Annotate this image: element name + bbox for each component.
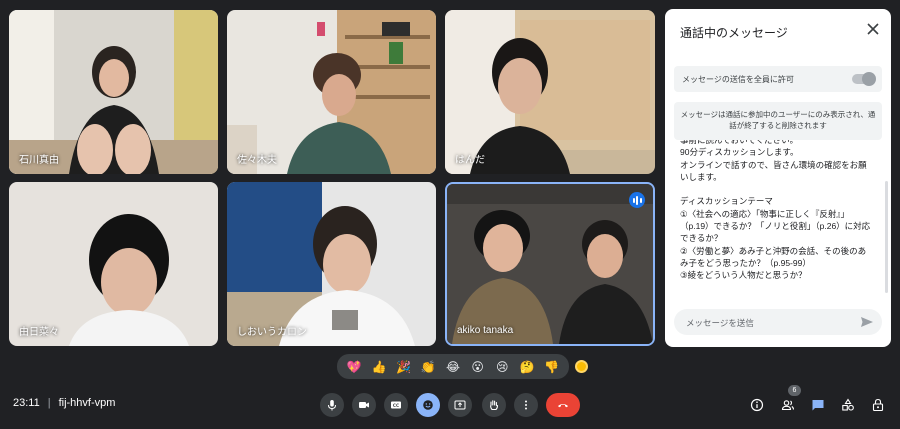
raise-hand-icon bbox=[490, 400, 499, 411]
present-screen-icon bbox=[454, 400, 466, 410]
hang-up-icon bbox=[558, 404, 568, 408]
people-button[interactable] bbox=[780, 397, 796, 413]
reaction-surprised[interactable]: 😮 bbox=[469, 360, 487, 374]
info-icon bbox=[750, 398, 764, 412]
allow-messages-toggle[interactable] bbox=[852, 72, 876, 86]
reaction-sparkling-heart[interactable]: 💖 bbox=[345, 360, 363, 374]
more-options-button[interactable] bbox=[514, 393, 538, 417]
meeting-time: 23:11 bbox=[13, 397, 40, 409]
allow-messages-setting: メッセージの送信を全員に許可 bbox=[674, 66, 882, 92]
microphone-button[interactable] bbox=[320, 393, 344, 417]
participant-video bbox=[445, 10, 655, 174]
toggle-knob bbox=[862, 72, 876, 86]
send-icon[interactable] bbox=[860, 315, 874, 329]
close-icon[interactable] bbox=[865, 21, 881, 37]
svg-text:CC: CC bbox=[393, 403, 399, 408]
camera-icon bbox=[359, 402, 369, 408]
more-vert-icon bbox=[525, 400, 527, 410]
chat-panel: 通話中のメッセージ メッセージの送信を全員に許可 メッセージは通話に参加中のユー… bbox=[665, 9, 891, 347]
participant-name: 石川真由 bbox=[19, 155, 59, 166]
chat-notice: メッセージは通話に参加中のユーザーにのみ表示され、通話が終了すると削除されます bbox=[674, 102, 882, 140]
participant-video bbox=[227, 10, 436, 174]
allow-messages-label: メッセージの送信を全員に許可 bbox=[682, 74, 794, 84]
emoji-reactions-button[interactable] bbox=[416, 393, 440, 417]
participant-name: しおいうカロン bbox=[237, 327, 307, 338]
participant-video bbox=[9, 10, 218, 174]
reaction-thumbs-up[interactable]: 👍 bbox=[370, 360, 388, 374]
message-input[interactable]: メッセージを送信 bbox=[674, 309, 882, 335]
reactions-bar: 💖 👍 🎉 👏 😂 😮 😢 🤔 👎 bbox=[337, 354, 569, 379]
chat-button[interactable] bbox=[810, 397, 826, 413]
reaction-clapping[interactable]: 👏 bbox=[419, 360, 437, 374]
host-controls-button[interactable] bbox=[870, 397, 886, 413]
present-screen-button[interactable] bbox=[448, 393, 472, 417]
participant-name: はんだ bbox=[455, 155, 485, 166]
message-list[interactable]: 事前に読んでおいてください。 90分ディスカッションします。 オンラインで話すの… bbox=[680, 140, 878, 305]
meeting-details-button[interactable] bbox=[749, 397, 765, 413]
message-input-placeholder: メッセージを送信 bbox=[686, 318, 754, 328]
participant-video bbox=[9, 182, 218, 346]
chat-scrollbar[interactable] bbox=[885, 181, 888, 293]
activities-shapes-icon bbox=[842, 398, 854, 411]
reaction-thinking[interactable]: 🤔 bbox=[518, 360, 536, 374]
participant-video bbox=[227, 182, 436, 346]
microphone-icon bbox=[328, 400, 336, 411]
chat-icon bbox=[812, 400, 824, 411]
participant-tile[interactable]: 佐々木夫 bbox=[227, 10, 436, 174]
host-controls-lock-icon bbox=[872, 398, 884, 412]
captions-button[interactable]: CC bbox=[384, 393, 408, 417]
participant-tile-active-speaker[interactable]: akiko tanaka bbox=[445, 182, 655, 346]
participant-tile[interactable]: しおいうカロン bbox=[227, 182, 436, 346]
chat-panel-title: 通話中のメッセージ bbox=[680, 26, 788, 40]
participant-tile[interactable]: 石川真由 bbox=[9, 10, 218, 174]
reaction-thumbs-down[interactable]: 👎 bbox=[543, 360, 561, 374]
meeting-code: fij-hhvf-vpm bbox=[58, 397, 116, 409]
closed-captions-icon: CC bbox=[391, 401, 401, 409]
camera-button[interactable] bbox=[352, 393, 376, 417]
reaction-crying[interactable]: 😢 bbox=[493, 360, 511, 374]
leave-call-button[interactable] bbox=[546, 393, 580, 417]
participant-tile[interactable]: はんだ bbox=[445, 10, 655, 174]
chat-message: 事前に読んでおいてください。 90分ディスカッションします。 オンラインで話すの… bbox=[680, 140, 871, 281]
meeting-info-separator: | bbox=[47, 397, 51, 409]
skin-tone-selector[interactable] bbox=[575, 360, 588, 373]
people-icon bbox=[781, 400, 795, 411]
speaking-indicator-icon bbox=[629, 192, 645, 208]
reaction-party-popper[interactable]: 🎉 bbox=[395, 360, 413, 374]
participant-name: 由日菜々 bbox=[19, 327, 59, 338]
participant-name: 佐々木夫 bbox=[237, 155, 277, 166]
participant-name: akiko tanaka bbox=[457, 325, 514, 336]
emoji-smile-icon bbox=[423, 400, 433, 410]
reaction-tears-of-joy[interactable]: 😂 bbox=[444, 360, 462, 374]
participant-tile[interactable]: 由日菜々 bbox=[9, 182, 218, 346]
meeting-info: 23:11 | fij-hhvf-vpm bbox=[13, 397, 115, 409]
participant-count-badge: 6 bbox=[788, 385, 801, 396]
raise-hand-button[interactable] bbox=[482, 393, 506, 417]
activities-button[interactable] bbox=[840, 397, 856, 413]
participant-video bbox=[447, 184, 653, 344]
